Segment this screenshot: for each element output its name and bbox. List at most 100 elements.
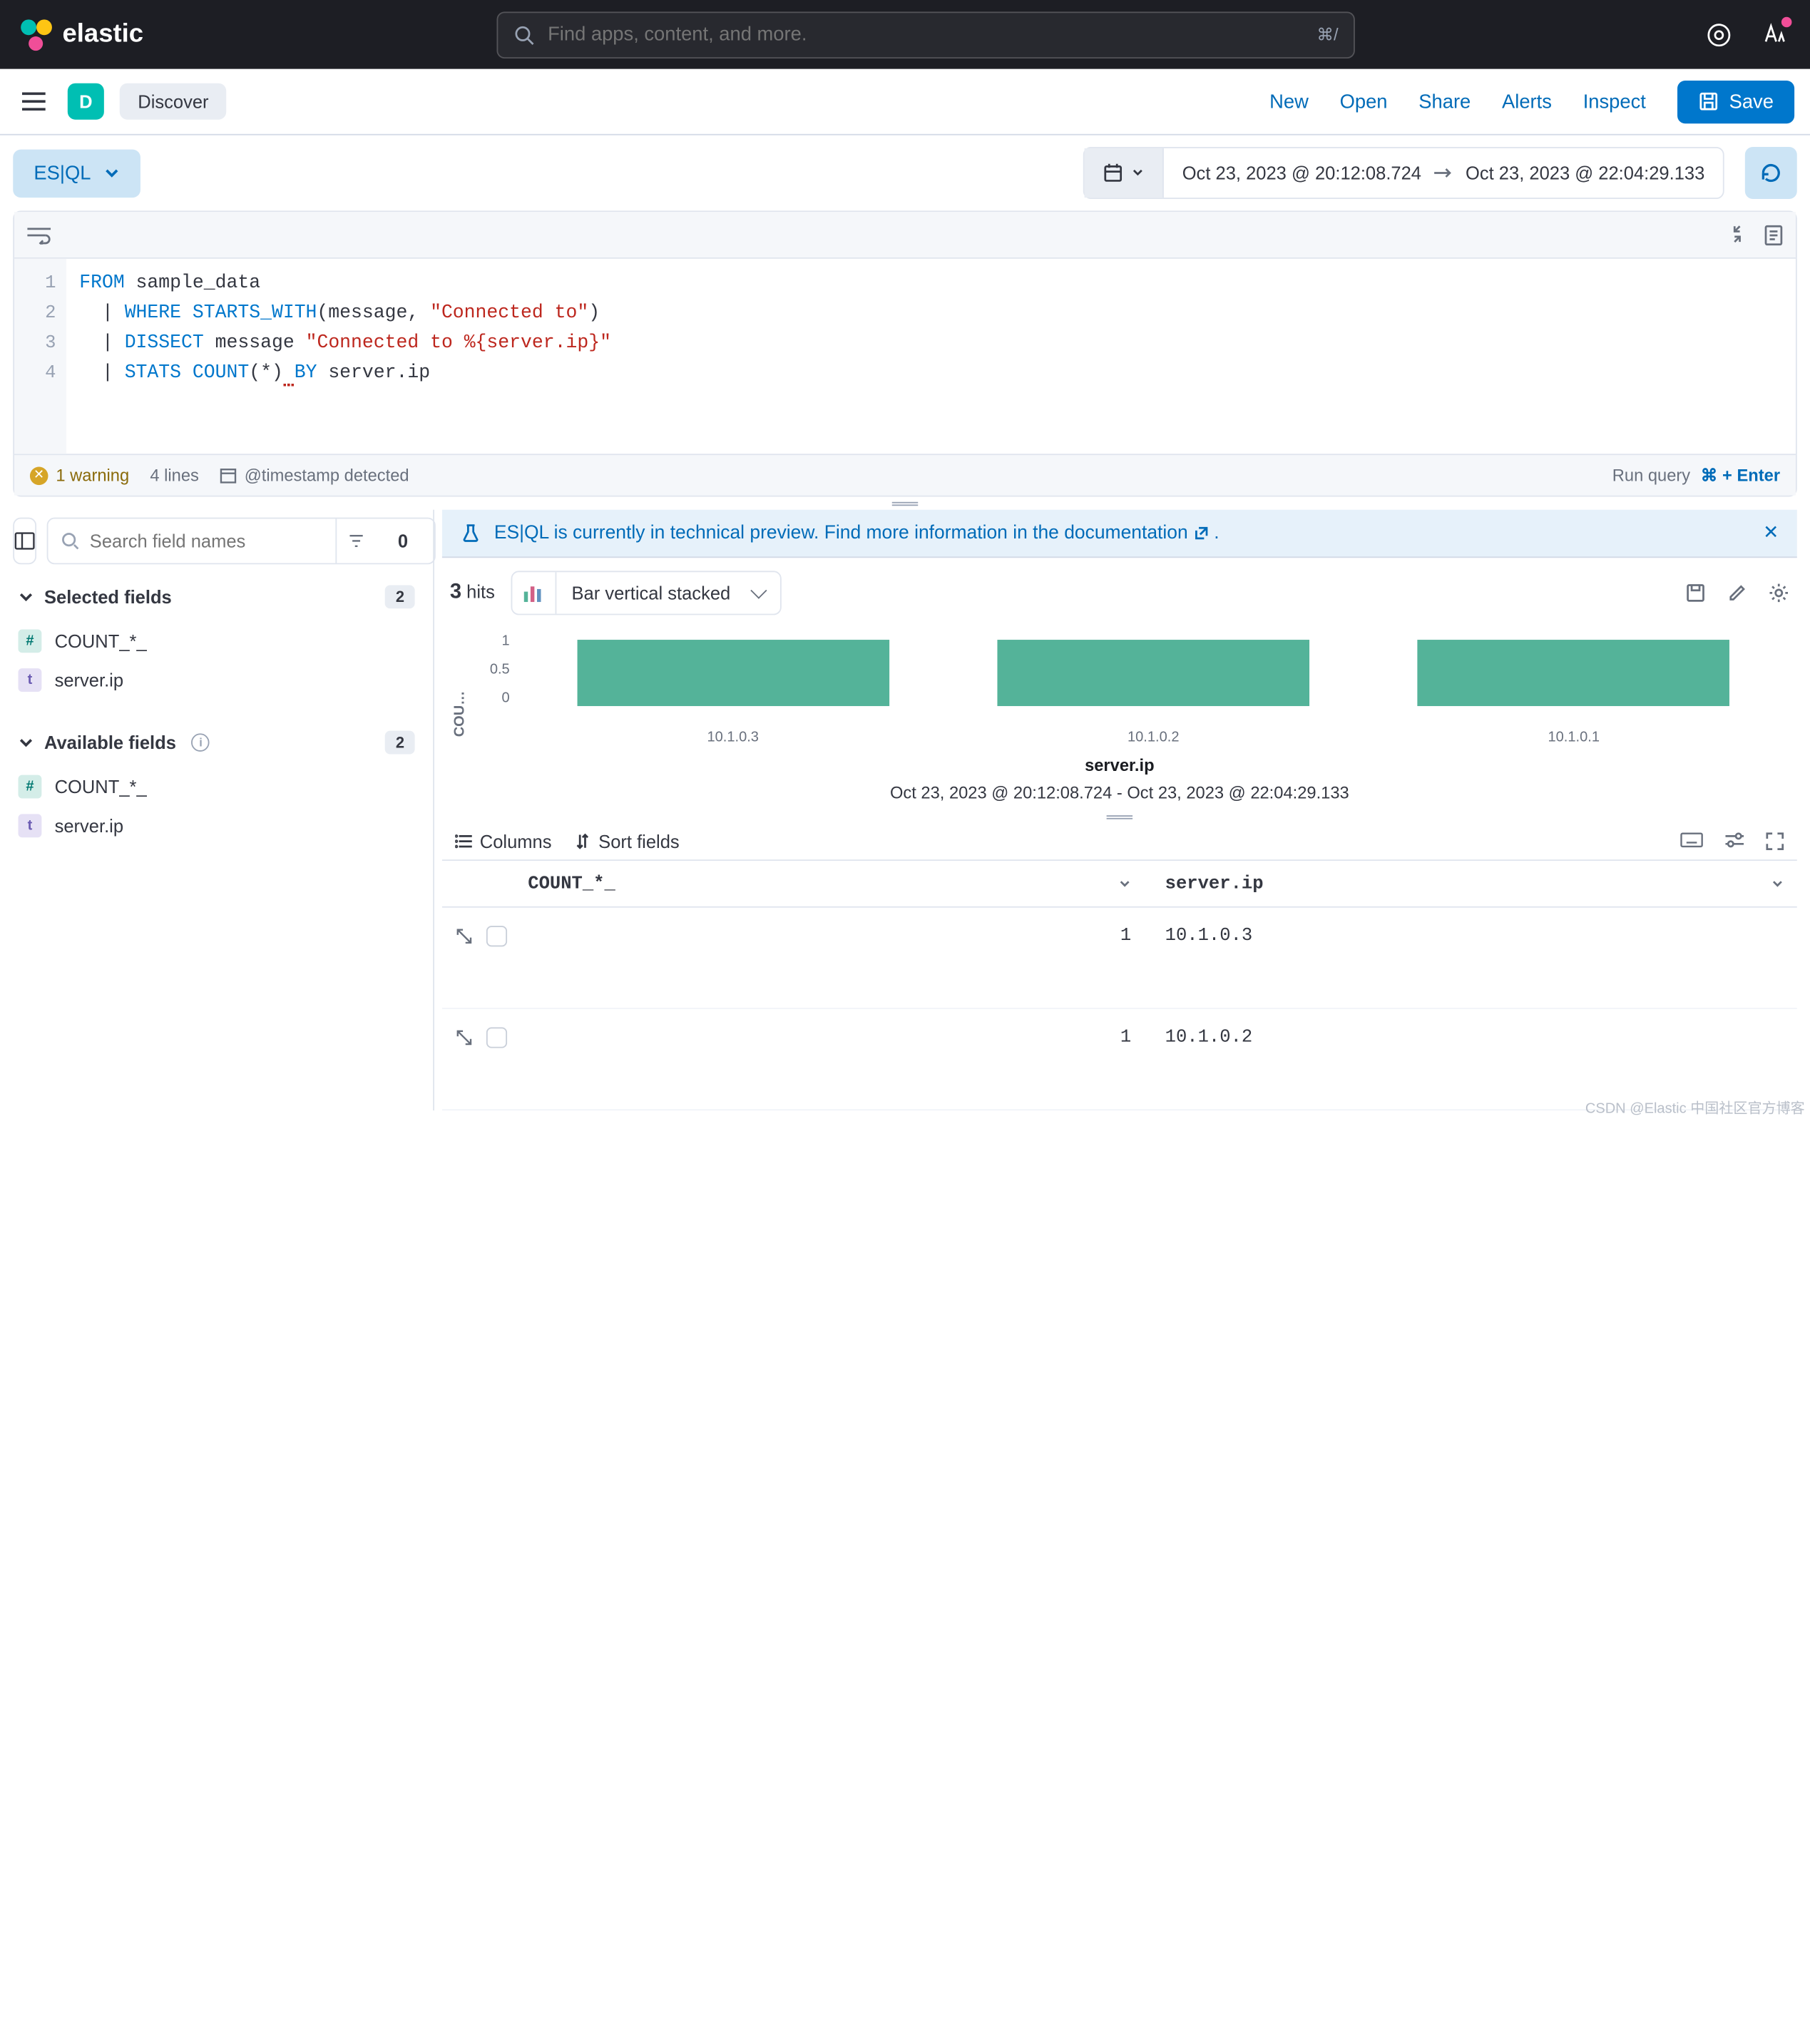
save-vis-icon[interactable] <box>1685 583 1706 603</box>
chart-type-selector[interactable]: Bar vertical stacked <box>511 571 782 615</box>
wrap-lines-icon[interactable] <box>27 225 51 244</box>
x-axis-label: server.ip <box>455 755 1784 775</box>
th-ip[interactable]: server.ip <box>1152 873 1796 894</box>
fields-sidebar: 0 Selected fields 2 #COUNT_*_ tserver.ip… <box>13 510 434 1110</box>
warning-underline <box>283 363 295 387</box>
section-count: 2 <box>385 731 414 755</box>
date-range-display[interactable]: Oct 23, 2023 @ 20:12:08.724 Oct 23, 2023… <box>1164 163 1723 183</box>
row-checkbox[interactable] <box>486 1027 507 1048</box>
expand-icon[interactable] <box>455 927 474 946</box>
line-num: 3 <box>25 329 56 359</box>
linecount: 4 lines <box>150 466 199 485</box>
fn: STARTS_WITH <box>193 303 317 324</box>
editor-body[interactable]: 1 2 3 4 FROM sample_data | WHERE STARTS_… <box>14 259 1796 454</box>
save-icon <box>1698 91 1719 112</box>
field-label: COUNT_*_ <box>55 776 147 797</box>
code-text: ) <box>588 303 600 324</box>
fullscreen-icon[interactable] <box>1766 832 1784 851</box>
chart: COU… 1 0.5 0 10.1.0.3 10.1.0.2 10.1.0.1 … <box>442 628 1797 810</box>
query-bar: ES|QL Oct 23, 2023 @ 20:12:08.724 Oct 23… <box>0 136 1810 211</box>
available-fields-header[interactable]: Available fields i 2 <box>13 717 433 767</box>
line-num: 1 <box>25 269 56 299</box>
code-text: | <box>79 333 124 354</box>
save-button[interactable]: Save <box>1677 80 1794 123</box>
link-share[interactable]: Share <box>1418 91 1471 113</box>
gear-icon[interactable] <box>1769 583 1789 603</box>
keyboard-icon[interactable] <box>1680 832 1704 851</box>
kw: DISSECT <box>125 333 204 354</box>
kw: BY <box>295 363 317 384</box>
doc-icon[interactable] <box>1764 225 1783 245</box>
th-count[interactable]: COUNT_*_ <box>515 873 1152 894</box>
link-inspect[interactable]: Inspect <box>1583 91 1646 113</box>
field-search[interactable]: 0 <box>47 518 436 565</box>
date-from: Oct 23, 2023 @ 20:12:08.724 <box>1182 163 1421 183</box>
run-label: Run query <box>1612 466 1690 485</box>
callout-text: ES|QL is currently in technical preview. <box>494 523 824 543</box>
th-label: server.ip <box>1165 873 1264 894</box>
calendar-icon <box>220 467 237 484</box>
run-query-hint[interactable]: Run query ⌘ + Enter <box>1612 465 1780 486</box>
kw: FROM <box>79 273 124 294</box>
hit-count: 3 <box>450 581 461 603</box>
filter-icon[interactable] <box>335 518 374 563</box>
field-item-count-avail[interactable]: #COUNT_*_ <box>13 767 433 807</box>
date-to: Oct 23, 2023 @ 22:04:29.133 <box>1466 163 1704 183</box>
code-area[interactable]: FROM sample_data | WHERE STARTS_WITH(mes… <box>66 259 1796 454</box>
search-shortcut: ⌘/ <box>1316 24 1338 45</box>
global-search-input[interactable] <box>548 24 1304 46</box>
field-item-count[interactable]: #COUNT_*_ <box>13 622 433 661</box>
resize-grip[interactable] <box>0 496 1810 509</box>
field-label: server.ip <box>55 815 123 836</box>
field-search-input[interactable] <box>90 531 325 551</box>
minimize-icon[interactable] <box>1728 225 1747 245</box>
close-icon[interactable]: ✕ <box>1763 523 1779 543</box>
global-search[interactable]: ⌘/ <box>497 11 1355 58</box>
sidebar-toggle[interactable] <box>13 518 36 565</box>
elastic-logo-icon <box>21 19 52 50</box>
dataview-picker[interactable]: ES|QL <box>13 149 140 197</box>
row-checkbox[interactable] <box>486 926 507 946</box>
bar-2[interactable] <box>997 640 1309 706</box>
warning-badge[interactable]: ✕1 warning <box>30 466 129 485</box>
sort-icon <box>575 832 590 851</box>
field-total-count: 0 <box>385 531 421 551</box>
refresh-button[interactable] <box>1745 147 1797 199</box>
columns-button[interactable]: Columns <box>455 831 551 852</box>
arrow-right-icon <box>1434 166 1453 179</box>
sort-button[interactable]: Sort fields <box>575 831 679 852</box>
calendar-icon <box>1103 163 1123 183</box>
elastic-logo[interactable]: elastic <box>21 19 143 50</box>
selected-fields-header[interactable]: Selected fields 2 <box>13 572 433 621</box>
bar-1[interactable] <box>577 640 889 706</box>
edit-icon[interactable] <box>1727 583 1747 603</box>
watermark: CSDN @Elastic 中国社区官方博客 <box>1585 1098 1805 1118</box>
cell-ip: 10.1.0.3 <box>1152 926 1796 946</box>
info-icon[interactable]: i <box>192 733 210 752</box>
expand-icon[interactable] <box>455 1028 474 1047</box>
date-quick-icon[interactable] <box>1085 148 1164 198</box>
chevron-down-icon <box>1132 166 1145 179</box>
kw: STATS <box>125 363 193 384</box>
bar-3[interactable] <box>1418 640 1730 706</box>
section-count: 2 <box>385 585 414 608</box>
settings-icon[interactable] <box>1724 832 1745 851</box>
link-alerts[interactable]: Alerts <box>1502 91 1552 113</box>
field-item-ip-avail[interactable]: tserver.ip <box>13 806 433 845</box>
space-avatar[interactable]: D <box>68 83 104 120</box>
callout-link[interactable]: Find more information in the documentati… <box>824 523 1188 543</box>
field-label: COUNT_*_ <box>55 630 147 651</box>
link-open[interactable]: Open <box>1340 91 1388 113</box>
editor-toolbar <box>14 212 1796 259</box>
newsfeed-icon[interactable] <box>1758 19 1789 50</box>
str: "Connected to %{server.ip}" <box>306 333 611 354</box>
field-item-ip[interactable]: tserver.ip <box>13 660 433 700</box>
date-picker[interactable]: Oct 23, 2023 @ 20:12:08.724 Oct 23, 2023… <box>1083 147 1724 199</box>
help-icon[interactable] <box>1703 19 1734 50</box>
breadcrumb[interactable]: Discover <box>120 83 227 120</box>
chart-resize-grip[interactable] <box>442 810 1797 823</box>
th-label: COUNT_*_ <box>528 873 615 894</box>
link-new[interactable]: New <box>1269 91 1309 113</box>
line-num: 2 <box>25 299 56 329</box>
nav-toggle-icon[interactable] <box>16 83 52 120</box>
